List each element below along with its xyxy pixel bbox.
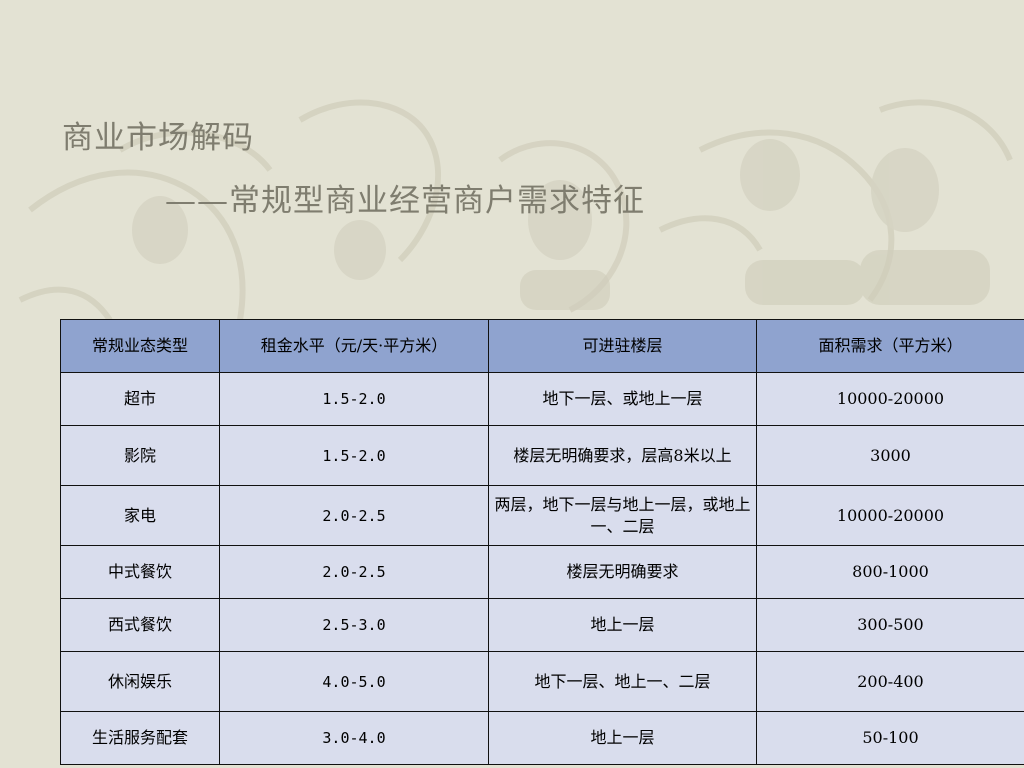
header-area: 面积需求（平方米） xyxy=(756,319,1024,373)
slide-subtitle: ——常规型商业经营商户需求特征 xyxy=(165,183,645,219)
cell-rent: 2.5-3.0 xyxy=(219,598,489,652)
table-row: 影院 1.5-2.0 楼层无明确要求，层高8米以上 3000 xyxy=(60,425,1024,486)
cell-business-type: 影院 xyxy=(60,425,220,486)
cell-business-type: 家电 xyxy=(60,485,220,546)
cell-business-type: 中式餐饮 xyxy=(60,545,220,599)
slide: 商业市场解码 ——常规型商业经营商户需求特征 常规业态类型 租金水平（元/天·平… xyxy=(0,0,1024,768)
cell-business-type: 休闲娱乐 xyxy=(60,651,220,712)
cell-rent: 3.0-4.0 xyxy=(219,711,489,765)
cell-area: 50-100 xyxy=(756,711,1024,765)
cell-floor: 地上一层 xyxy=(488,711,757,765)
table-header-row: 常规业态类型 租金水平（元/天·平方米） 可进驻楼层 面积需求（平方米） xyxy=(60,319,1024,373)
cell-rent: 1.5-2.0 xyxy=(219,372,489,426)
table-row: 西式餐饮 2.5-3.0 地上一层 300-500 xyxy=(60,598,1024,652)
cell-rent: 2.0-2.5 xyxy=(219,545,489,599)
header-floor: 可进驻楼层 xyxy=(488,319,757,373)
cell-area: 10000-20000 xyxy=(756,372,1024,426)
slide-title: 商业市场解码 xyxy=(62,120,254,156)
cell-area: 10000-20000 xyxy=(756,485,1024,546)
cell-business-type: 生活服务配套 xyxy=(60,711,220,765)
cell-area: 300-500 xyxy=(756,598,1024,652)
cell-business-type: 西式餐饮 xyxy=(60,598,220,652)
table-row: 休闲娱乐 4.0-5.0 地下一层、地上一、二层 200-400 xyxy=(60,651,1024,712)
table-row: 超市 1.5-2.0 地下一层、或地上一层 10000-20000 xyxy=(60,372,1024,426)
cell-floor: 两层，地下一层与地上一层，或地上一、二层 xyxy=(488,485,757,546)
cell-area: 3000 xyxy=(756,425,1024,486)
cell-floor: 楼层无明确要求 xyxy=(488,545,757,599)
cell-area: 800-1000 xyxy=(756,545,1024,599)
cell-floor: 地下一层、或地上一层 xyxy=(488,372,757,426)
table-row: 生活服务配套 3.0-4.0 地上一层 50-100 xyxy=(60,711,1024,765)
cell-area: 200-400 xyxy=(756,651,1024,712)
header-rent-level: 租金水平（元/天·平方米） xyxy=(219,319,489,373)
cell-business-type: 超市 xyxy=(60,372,220,426)
table-row: 中式餐饮 2.0-2.5 楼层无明确要求 800-1000 xyxy=(60,545,1024,599)
cell-rent: 1.5-2.0 xyxy=(219,425,489,486)
cell-rent: 2.0-2.5 xyxy=(219,485,489,546)
cell-floor: 地下一层、地上一、二层 xyxy=(488,651,757,712)
cell-rent: 4.0-5.0 xyxy=(219,651,489,712)
cell-floor: 楼层无明确要求，层高8米以上 xyxy=(488,425,757,486)
business-requirements-table: 常规业态类型 租金水平（元/天·平方米） 可进驻楼层 面积需求（平方米） 超市 … xyxy=(60,319,1024,765)
table-row: 家电 2.0-2.5 两层，地下一层与地上一层，或地上一、二层 10000-20… xyxy=(60,485,1024,546)
cell-floor: 地上一层 xyxy=(488,598,757,652)
header-business-type: 常规业态类型 xyxy=(60,319,220,373)
